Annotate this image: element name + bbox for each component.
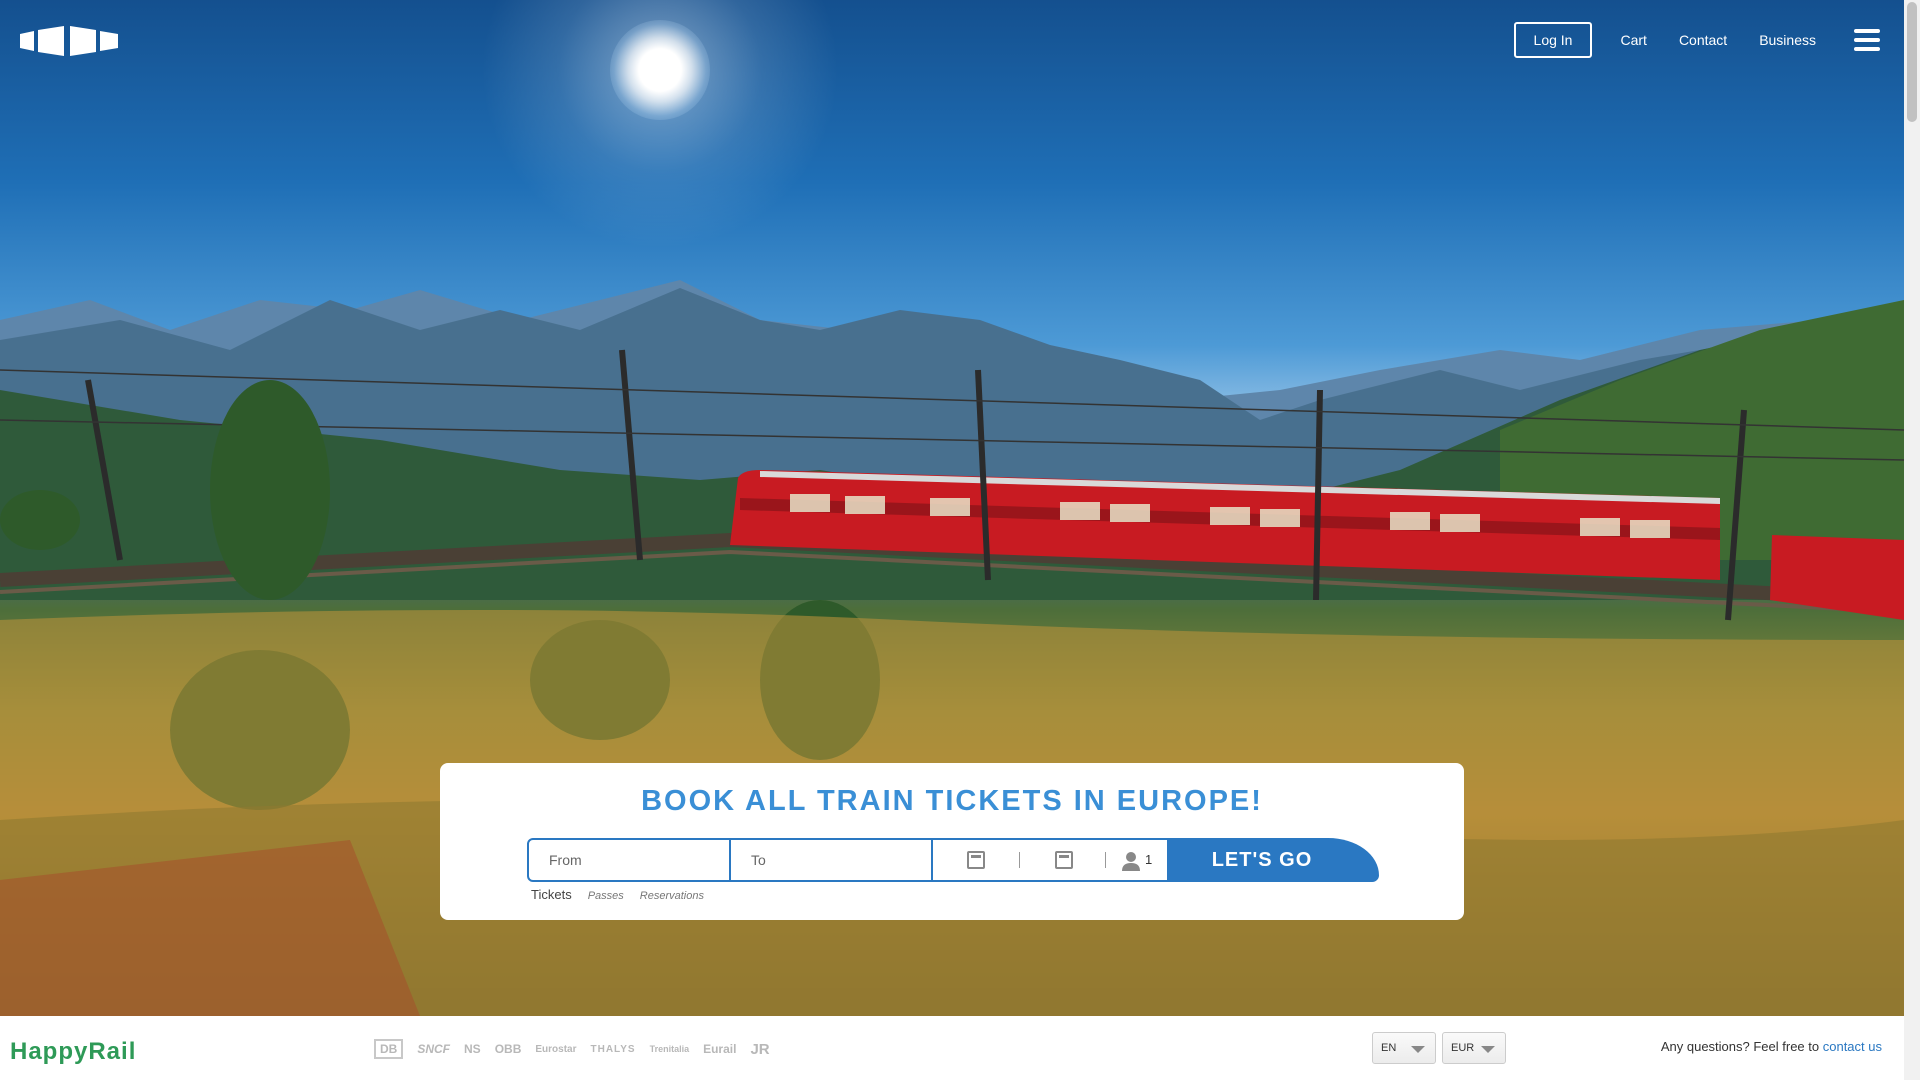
logo-shape-center-right: [70, 26, 96, 56]
logo-shape-center-left: [38, 26, 64, 56]
help-text: Any questions? Feel free to contact us: [1661, 1039, 1882, 1054]
menu-bar: [1854, 47, 1880, 51]
partner-logos: DB SNCF NS OBB Eurostar THALYS Trenitali…: [374, 1038, 770, 1060]
currency-select[interactable]: EUR: [1442, 1032, 1506, 1064]
passenger-icon[interactable]: [1121, 851, 1141, 871]
booking-title: BOOK ALL TRAIN TICKETS IN EUROPE!: [641, 785, 1263, 817]
to-input[interactable]: To: [731, 838, 933, 882]
logo-shape-right: [100, 31, 118, 51]
booking-panel: BOOK ALL TRAIN TICKETS IN EUROPE! From T…: [440, 763, 1464, 920]
date-passenger-fields: 1: [933, 838, 1169, 882]
menu-bar: [1854, 38, 1880, 42]
page-scrollbar[interactable]: [1904, 0, 1920, 1080]
currency-value: EUR: [1451, 1042, 1475, 1054]
partner-logo-ns: NS: [464, 1042, 481, 1056]
from-input[interactable]: From: [527, 838, 731, 882]
menu-bar: [1854, 29, 1880, 33]
booking-form: From To 1 LET'S GO: [527, 838, 1379, 882]
field-divider: [1019, 852, 1020, 868]
site-logo[interactable]: [20, 26, 120, 56]
footer: HappyRail DB SNCF NS OBB Eurostar THALYS…: [0, 1016, 1904, 1080]
lets-go-button[interactable]: LET'S GO: [1169, 838, 1379, 882]
nav-link-cart[interactable]: Cart: [1620, 32, 1646, 48]
nav-link-contact[interactable]: Contact: [1679, 32, 1727, 48]
language-select[interactable]: EN: [1372, 1032, 1436, 1064]
return-date-calendar-icon[interactable]: [1055, 851, 1073, 869]
chevron-down-icon: [1411, 1046, 1425, 1053]
tab-reservations[interactable]: Reservations: [640, 890, 704, 902]
partner-logo-jr: JR: [750, 1040, 770, 1058]
contact-us-link[interactable]: contact us: [1823, 1039, 1882, 1054]
happyrail-logo[interactable]: HappyRail: [10, 1038, 136, 1066]
tab-passes[interactable]: Passes: [588, 890, 624, 902]
partner-logo-thalys: THALYS: [590, 1043, 636, 1055]
partner-logo-obb: OBB: [494, 1042, 522, 1056]
logo-shape-left: [20, 31, 34, 51]
scrollbar-thumb[interactable]: [1907, 2, 1917, 122]
login-button[interactable]: Log In: [1513, 22, 1593, 58]
top-nav: Log In Cart Contact Business: [1513, 22, 1880, 58]
nav-link-business[interactable]: Business: [1759, 32, 1816, 48]
passenger-count[interactable]: 1: [1145, 852, 1152, 867]
help-message: Any questions? Feel free to: [1660, 1039, 1820, 1054]
partner-logo-sncf: SNCF: [417, 1042, 451, 1056]
hamburger-menu-icon[interactable]: [1854, 29, 1880, 51]
departure-date-calendar-icon[interactable]: [967, 851, 985, 869]
partner-logo-db: DB: [374, 1039, 404, 1059]
tab-tickets[interactable]: Tickets: [531, 887, 572, 902]
chevron-down-icon: [1481, 1046, 1495, 1053]
language-value: EN: [1381, 1042, 1397, 1054]
partner-logo-eurostar: Eurostar: [535, 1043, 577, 1055]
partner-logo-eurail: Eurail: [703, 1042, 737, 1056]
locale-selectors: EN EUR: [1372, 1032, 1506, 1064]
field-divider: [1105, 852, 1106, 868]
partner-logo-trenitalia: Trenitalia: [649, 1044, 690, 1054]
booking-mode-tabs: Tickets Passes Reservations: [531, 887, 704, 902]
